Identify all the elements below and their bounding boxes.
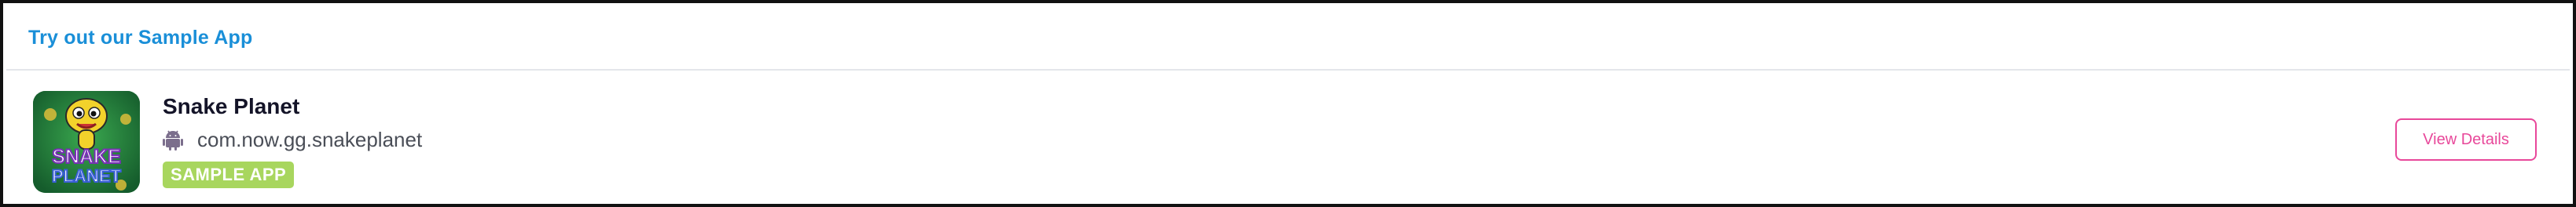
section-title: Try out our Sample App — [28, 26, 253, 49]
app-row: SNAKE PLANET Snake Planet com.now.gg.sna… — [6, 72, 2570, 201]
package-name: com.now.gg.snakeplanet — [197, 127, 423, 151]
app-logo-icon: SNAKE PLANET — [33, 91, 140, 193]
view-details-button[interactable]: View Details — [2395, 118, 2537, 161]
package-row: com.now.gg.snakeplanet — [163, 124, 422, 155]
logo-text-planet: PLANET — [52, 166, 122, 186]
card-header: Try out our Sample App — [6, 6, 2570, 71]
app-name: Snake Planet — [163, 94, 300, 118]
android-icon — [163, 128, 186, 151]
logo-text-snake: SNAKE — [52, 146, 121, 168]
sample-app-badge: SAMPLE APP — [163, 162, 295, 188]
sample-app-card: Try out our Sample App SNAKE PLANET Snak… — [0, 0, 2576, 207]
